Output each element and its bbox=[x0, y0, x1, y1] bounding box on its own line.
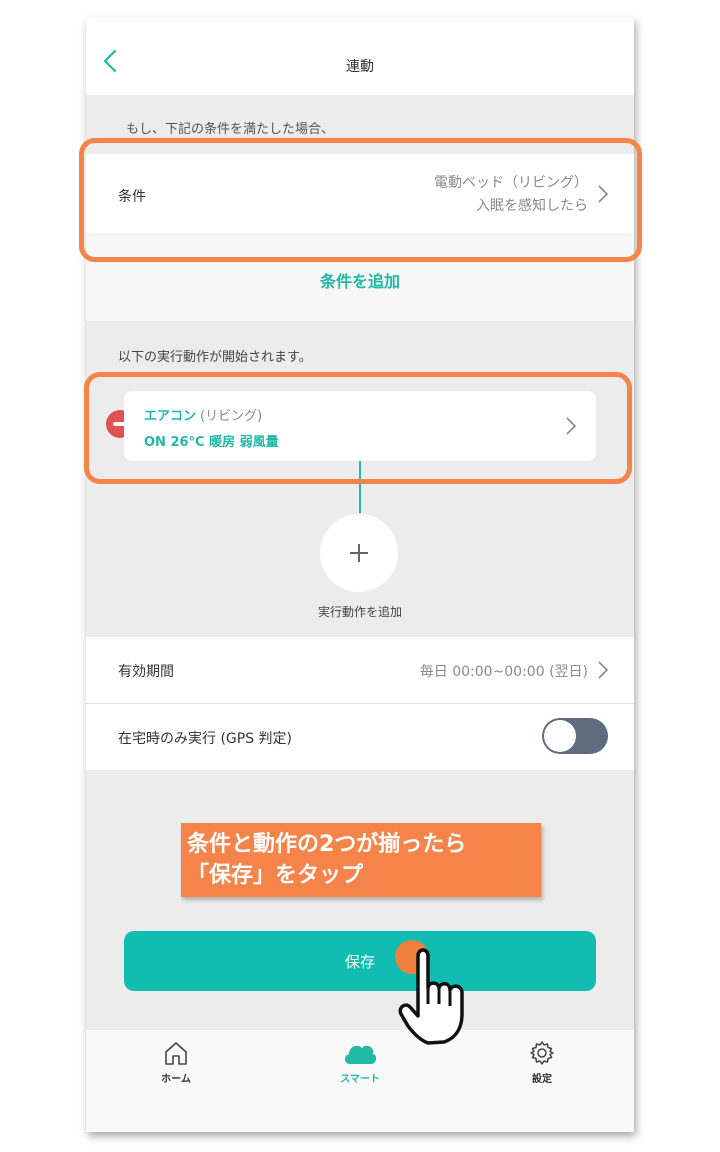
gear-icon bbox=[530, 1041, 554, 1065]
add-action-button[interactable] bbox=[320, 514, 398, 592]
actions-intro: 以下の実行動作が開始されます。 bbox=[118, 350, 312, 365]
cloud-icon bbox=[344, 1045, 377, 1064]
add-action-label: 実行動作を追加 bbox=[317, 605, 402, 619]
page-title: 連動 bbox=[346, 59, 374, 75]
conditions-intro: もし、下記の条件を満たした場合、 bbox=[126, 122, 335, 137]
toggle-knob bbox=[544, 720, 576, 752]
save-label: 保存 bbox=[344, 953, 375, 971]
callout-line-2: 「保存」をタップ bbox=[187, 863, 364, 888]
instruction-callout: 条件と動作の2つが揃ったら 「保存」をタップ bbox=[181, 823, 541, 897]
period-value: 毎日 00:00~00:00 (翌日) bbox=[419, 664, 588, 680]
gps-label: 在宅時のみ実行 (GPS 判定) bbox=[118, 731, 293, 747]
tab-home[interactable]: ホーム bbox=[116, 1040, 236, 1100]
nav-bar: 連動 bbox=[86, 18, 634, 95]
save-button[interactable]: 保存 bbox=[124, 931, 596, 991]
pointing-hand-icon bbox=[398, 948, 464, 1045]
add-condition-button[interactable]: 条件を追加 bbox=[86, 268, 634, 292]
period-label: 有効期間 bbox=[118, 664, 174, 680]
callout-line-1: 条件と動作の2つが揃ったら bbox=[187, 832, 467, 857]
period-row[interactable]: 有効期間 毎日 00:00~00:00 (翌日) bbox=[86, 637, 634, 703]
tab-home-label: ホーム bbox=[161, 1074, 191, 1085]
condition-highlight-frame bbox=[79, 138, 642, 262]
chevron-right-icon bbox=[598, 661, 609, 679]
tab-settings-label: 設定 bbox=[532, 1074, 552, 1085]
action-highlight-frame bbox=[84, 372, 632, 484]
tab-smart-label: スマート bbox=[340, 1074, 380, 1085]
tab-settings[interactable]: 設定 bbox=[482, 1040, 602, 1100]
gps-toggle[interactable] bbox=[542, 718, 608, 754]
tab-bar: ホーム スマート 設定 bbox=[86, 1030, 634, 1132]
gps-row: 在宅時のみ実行 (GPS 判定) bbox=[86, 704, 634, 770]
tab-smart[interactable]: スマート bbox=[300, 1040, 420, 1100]
home-icon bbox=[165, 1042, 187, 1065]
